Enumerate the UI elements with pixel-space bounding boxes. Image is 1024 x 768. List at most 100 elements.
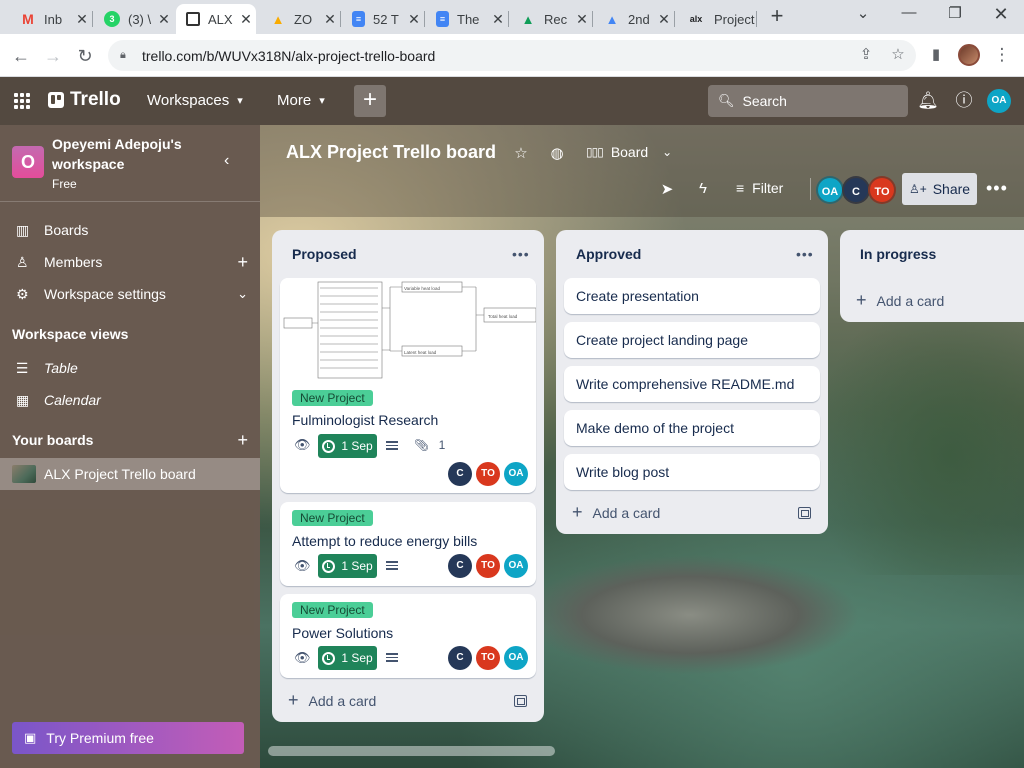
share-page-icon[interactable]: ⇪ <box>856 45 876 65</box>
card[interactable]: Write comprehensive README.md <box>564 366 820 402</box>
sidebar-item-members[interactable]: ♙ Members + <box>0 246 260 278</box>
card-member-avatar[interactable]: C <box>448 462 472 486</box>
close-icon[interactable]: ✕ <box>572 11 592 28</box>
close-icon[interactable]: ✕ <box>154 11 174 28</box>
card-member-avatar[interactable]: TO <box>476 646 500 670</box>
user-avatar[interactable]: OA <box>987 89 1011 113</box>
card[interactable]: New Project Power Solutions 👁︎ 1 Sep C T… <box>280 594 536 678</box>
card-member-avatar[interactable]: OA <box>504 554 528 578</box>
bookmark-star-icon[interactable]: ☆ <box>888 45 908 65</box>
sidebar-item-label: Table <box>44 360 78 376</box>
share-button[interactable]: ♙+ Share <box>902 173 977 205</box>
browser-tab-alx[interactable]: alx Project <box>676 4 756 34</box>
list-title[interactable]: In progress <box>860 246 936 262</box>
power-ups-icon[interactable]: ➤ <box>657 180 677 198</box>
browser-tab-drive[interactable]: ▲ ZO ✕ <box>260 4 340 34</box>
card-member-avatar[interactable]: OA <box>504 462 528 486</box>
reload-button[interactable]: ↻ <box>72 43 98 69</box>
visibility-globe-icon[interactable]: ◍ <box>547 144 567 162</box>
new-tab-button[interactable]: + <box>766 5 788 28</box>
browser-tab-whatsapp[interactable]: 3 (3) \ ✕ <box>94 4 174 34</box>
card-label[interactable]: New Project <box>292 390 373 406</box>
sidebar-item-boards[interactable]: ▥ Boards <box>0 214 260 246</box>
card-member-avatar[interactable]: OA <box>504 646 528 670</box>
browser-tab-trello[interactable]: ALX ✕ <box>176 4 256 34</box>
close-icon[interactable]: ✕ <box>654 11 674 28</box>
chevron-down-icon: ▾ <box>237 95 243 107</box>
close-icon[interactable]: ✕ <box>72 11 92 28</box>
help-icon[interactable]: ⓘ <box>952 89 976 113</box>
board-member-avatar[interactable]: C <box>842 176 870 204</box>
list-menu-button[interactable]: ••• <box>512 246 530 262</box>
board-title[interactable]: ALX Project Trello board <box>286 142 496 163</box>
maximize-button[interactable]: ❐ <box>940 4 970 26</box>
card[interactable]: Variable heat load Latent heat load Tota… <box>280 278 536 493</box>
due-date-badge[interactable]: 1 Sep <box>318 554 377 578</box>
browser-menu-icon[interactable]: ⋮ <box>992 45 1012 65</box>
filter-button[interactable]: ≡ Filter <box>736 180 783 196</box>
minimize-button[interactable]: — <box>894 4 924 26</box>
window-close-button[interactable]: ✕ <box>986 4 1016 26</box>
card[interactable]: Make demo of the project <box>564 410 820 446</box>
add-member-icon[interactable]: + <box>237 252 248 273</box>
card-member-avatar[interactable]: TO <box>476 462 500 486</box>
card-template-icon[interactable] <box>514 695 527 707</box>
card-label[interactable]: New Project <box>292 602 373 618</box>
close-icon[interactable]: ✕ <box>404 11 424 28</box>
board-view-switcher[interactable]: ▯▯▯ Board ⌄ <box>586 144 672 160</box>
back-button[interactable]: ← <box>8 43 34 69</box>
card-member-avatar[interactable]: TO <box>476 554 500 578</box>
browser-profile-avatar[interactable] <box>958 44 980 66</box>
card-label[interactable]: New Project <box>292 510 373 526</box>
app-switcher-icon[interactable] <box>14 93 30 109</box>
board-menu-button[interactable]: ••• <box>986 178 1008 199</box>
side-panel-icon[interactable]: ▮ <box>926 45 946 65</box>
close-icon[interactable]: ✕ <box>488 11 508 28</box>
forward-button[interactable]: → <box>40 43 66 69</box>
add-card-button[interactable]: + Add a card <box>572 502 660 523</box>
card[interactable]: Create project landing page <box>564 322 820 358</box>
more-menu[interactable]: More ▾ <box>277 92 325 109</box>
trello-logo[interactable]: Trello <box>48 89 121 111</box>
browser-tab-drive-2[interactable]: ▲ Rec ✕ <box>510 4 592 34</box>
automation-icon[interactable]: ϟ <box>693 180 713 197</box>
due-date-badge[interactable]: 1 Sep <box>318 434 377 458</box>
due-date-badge[interactable]: 1 Sep <box>318 646 377 670</box>
address-bar[interactable]: 🔒︎ trello.com/b/WUVx318N/alx-project-tre… <box>108 40 916 71</box>
browser-tab-docs[interactable]: ≡ 52 T ✕ <box>342 4 424 34</box>
chevron-down-icon[interactable]: ⌄ <box>237 286 248 302</box>
board-member-avatar[interactable]: TO <box>868 176 896 204</box>
card[interactable]: Create presentation <box>564 278 820 314</box>
browser-tab-docs-2[interactable]: ≡ The ✕ <box>426 4 508 34</box>
workspace-views-heading: Workspace views <box>12 326 129 342</box>
card[interactable]: Write blog post <box>564 454 820 490</box>
star-icon[interactable]: ☆ <box>511 144 531 162</box>
add-card-button[interactable]: + Add a card <box>288 690 376 711</box>
workspaces-menu[interactable]: Workspaces ▾ <box>147 92 243 109</box>
browser-tab-gmail[interactable]: M Inb ✕ <box>10 4 92 34</box>
list-menu-button[interactable]: ••• <box>796 246 814 262</box>
card-member-avatar[interactable]: C <box>448 554 472 578</box>
card-member-avatar[interactable]: C <box>448 646 472 670</box>
close-icon[interactable]: ✕ <box>236 11 256 28</box>
add-card-button[interactable]: + Add a card <box>856 290 944 311</box>
board-member-avatar[interactable]: OA <box>816 176 844 204</box>
card-template-icon[interactable] <box>798 507 811 519</box>
list-title[interactable]: Approved <box>576 246 641 262</box>
alx-icon: alx <box>689 14 703 24</box>
notifications-icon[interactable]: 🔔︎ <box>916 89 940 113</box>
sidebar-item-board-alx[interactable]: ALX Project Trello board <box>0 458 260 490</box>
sidebar-item-calendar[interactable]: ▦ Calendar <box>0 384 260 416</box>
create-button[interactable]: + <box>354 85 386 117</box>
card[interactable]: New Project Attempt to reduce energy bil… <box>280 502 536 586</box>
list-title[interactable]: Proposed <box>292 246 357 262</box>
sidebar-item-table[interactable]: ☰ Table <box>0 352 260 384</box>
tab-search-button[interactable]: ⌄ <box>848 4 878 26</box>
collapse-sidebar-button[interactable]: ‹ <box>224 152 229 170</box>
board-horizontal-scrollbar[interactable] <box>268 746 555 756</box>
close-icon[interactable]: ✕ <box>320 11 340 28</box>
try-premium-button[interactable]: ▣ Try Premium free <box>12 722 244 754</box>
search-input[interactable]: 🔍︎ Search <box>708 85 908 117</box>
sidebar-item-workspace-settings[interactable]: ⚙ Workspace settings ⌄ <box>0 278 260 310</box>
browser-tab-drive-3[interactable]: ▲ 2nd ✕ <box>594 4 674 34</box>
